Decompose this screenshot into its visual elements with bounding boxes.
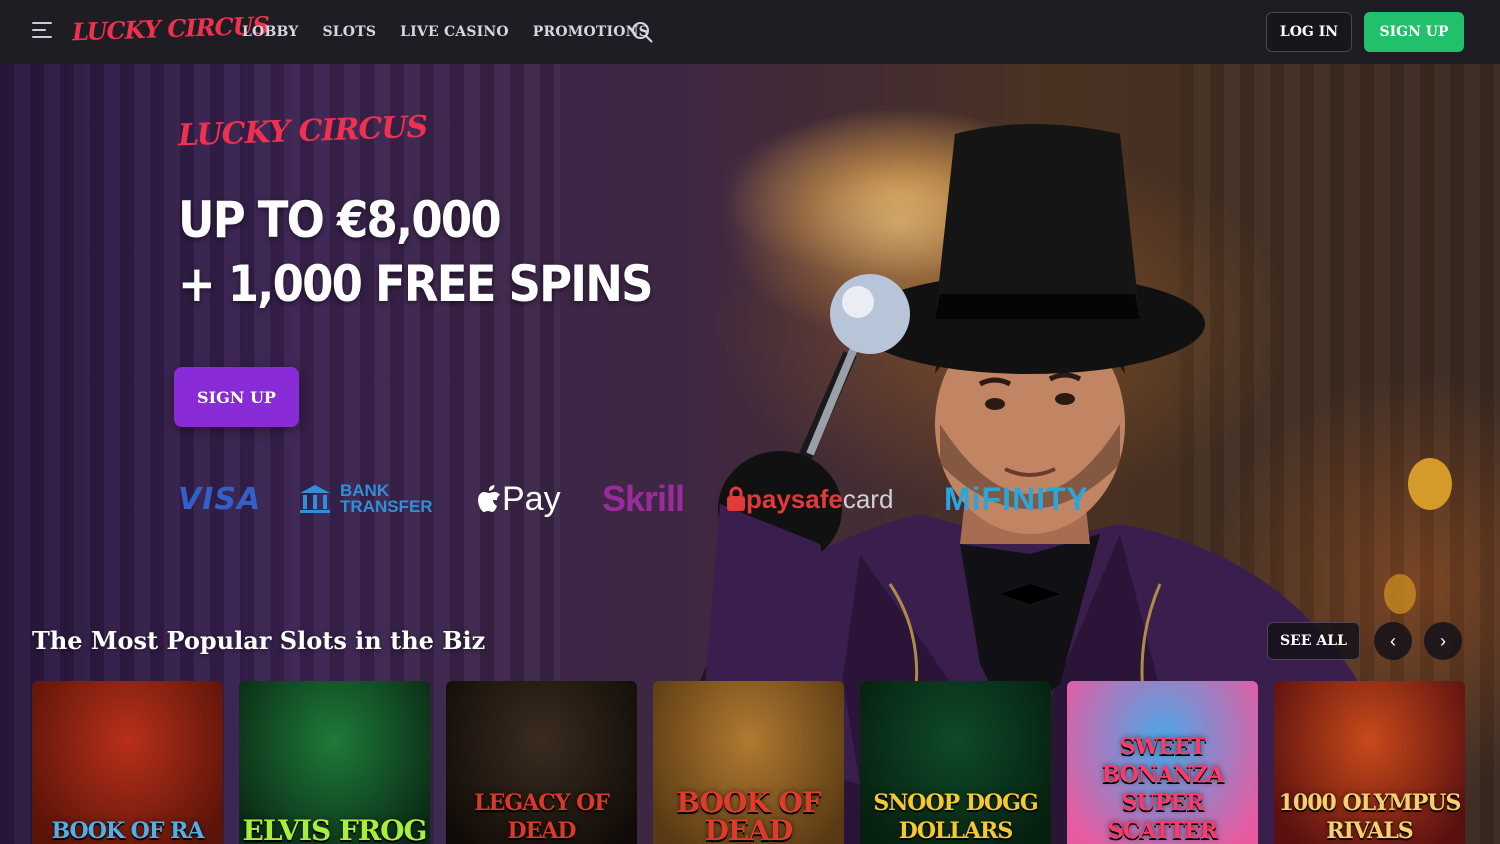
paysafe-card-text: card	[842, 483, 894, 514]
bank-icon	[300, 485, 330, 513]
headline-line-2: + 1,000 FREE SPINS	[178, 255, 654, 313]
chevron-right-icon[interactable]: ›	[1424, 622, 1462, 660]
bank-transfer-logo: BANK TRANSFER	[298, 474, 433, 524]
mifinity-logo: MiFINITY	[944, 480, 1089, 517]
main-nav: LOBBY SLOTS LIVE CASINO PROMOTIONS	[242, 0, 649, 64]
game-tile-book-of-ra[interactable]: BOOK OF RA	[32, 681, 223, 844]
login-button[interactable]: LOG IN	[1266, 12, 1352, 52]
game-tile-elvis-frog[interactable]: ELVIS FROG	[239, 681, 430, 844]
visa-logo: VISA	[178, 481, 262, 517]
game-tile-snoop-dogg-dollars[interactable]: SNOOP DOGG DOLLARS	[860, 681, 1051, 844]
page: LUCKY CIRCUS LOBBY SLOTS LIVE CASINO PRO…	[0, 0, 1500, 844]
game-title: LEGACY OF DEAD	[474, 790, 610, 844]
chevron-left-icon[interactable]: ‹	[1374, 622, 1412, 660]
apple-pay-logo: Pay	[476, 474, 561, 524]
game-carousel: BOOK OF RA ELVIS FROG LEGACY OF DEAD BOO…	[32, 681, 1472, 844]
game-title: SWEET BONANZA SUPER SCATTER	[1101, 734, 1225, 844]
nav-live-casino[interactable]: LIVE CASINO	[400, 24, 509, 40]
game-title: BOOK OF RA	[51, 818, 205, 844]
hero-signup-button[interactable]: SIGN UP	[174, 367, 299, 427]
menu-icon[interactable]	[32, 22, 56, 42]
game-title: 1000 OLYMPUS RIVALS	[1278, 790, 1462, 844]
search-icon[interactable]	[630, 20, 654, 44]
signup-button[interactable]: SIGN UP	[1364, 12, 1464, 52]
skrill-logo: Skrill	[602, 478, 685, 519]
game-tile-1000-olympus-rivals[interactable]: 1000 OLYMPUS RIVALS	[1274, 681, 1465, 844]
paysafecard-logo: paysafe card	[726, 474, 893, 524]
nav-lobby[interactable]: LOBBY	[242, 24, 298, 40]
hero-headline: UP TO €8,000 + 1,000 FREE SPINS	[178, 188, 654, 316]
headline-line-1: UP TO €8,000	[178, 191, 502, 249]
bank-text-line-2: TRANSFER	[340, 497, 433, 516]
apple-pay-text: Pay	[502, 479, 561, 518]
game-title: SNOOP DOGG DOLLARS	[873, 790, 1038, 844]
game-title: ELVIS FROG	[242, 814, 428, 844]
game-tile-legacy-of-dead[interactable]: LEGACY OF DEAD	[446, 681, 637, 844]
payment-methods: VISA BANK TRANSFER Pay Skrill paysafe ca…	[178, 474, 1118, 524]
see-all-button[interactable]: SEE ALL	[1267, 622, 1360, 660]
nav-slots[interactable]: SLOTS	[322, 24, 376, 40]
paysafe-text: paysafe	[746, 483, 843, 514]
top-header: LUCKY CIRCUS LOBBY SLOTS LIVE CASINO PRO…	[0, 0, 1500, 64]
game-tile-book-of-dead[interactable]: BOOK OF DEAD	[653, 681, 844, 844]
site-logo[interactable]: LUCKY CIRCUS	[72, 11, 270, 47]
game-tile-sweet-bonanza[interactable]: SWEET BONANZA SUPER SCATTER	[1067, 681, 1258, 844]
lock-icon	[727, 486, 745, 511]
apple-icon	[478, 485, 500, 512]
game-title: BOOK OF DEAD	[676, 786, 821, 844]
section-title: The Most Popular Slots in the Biz	[32, 626, 486, 655]
